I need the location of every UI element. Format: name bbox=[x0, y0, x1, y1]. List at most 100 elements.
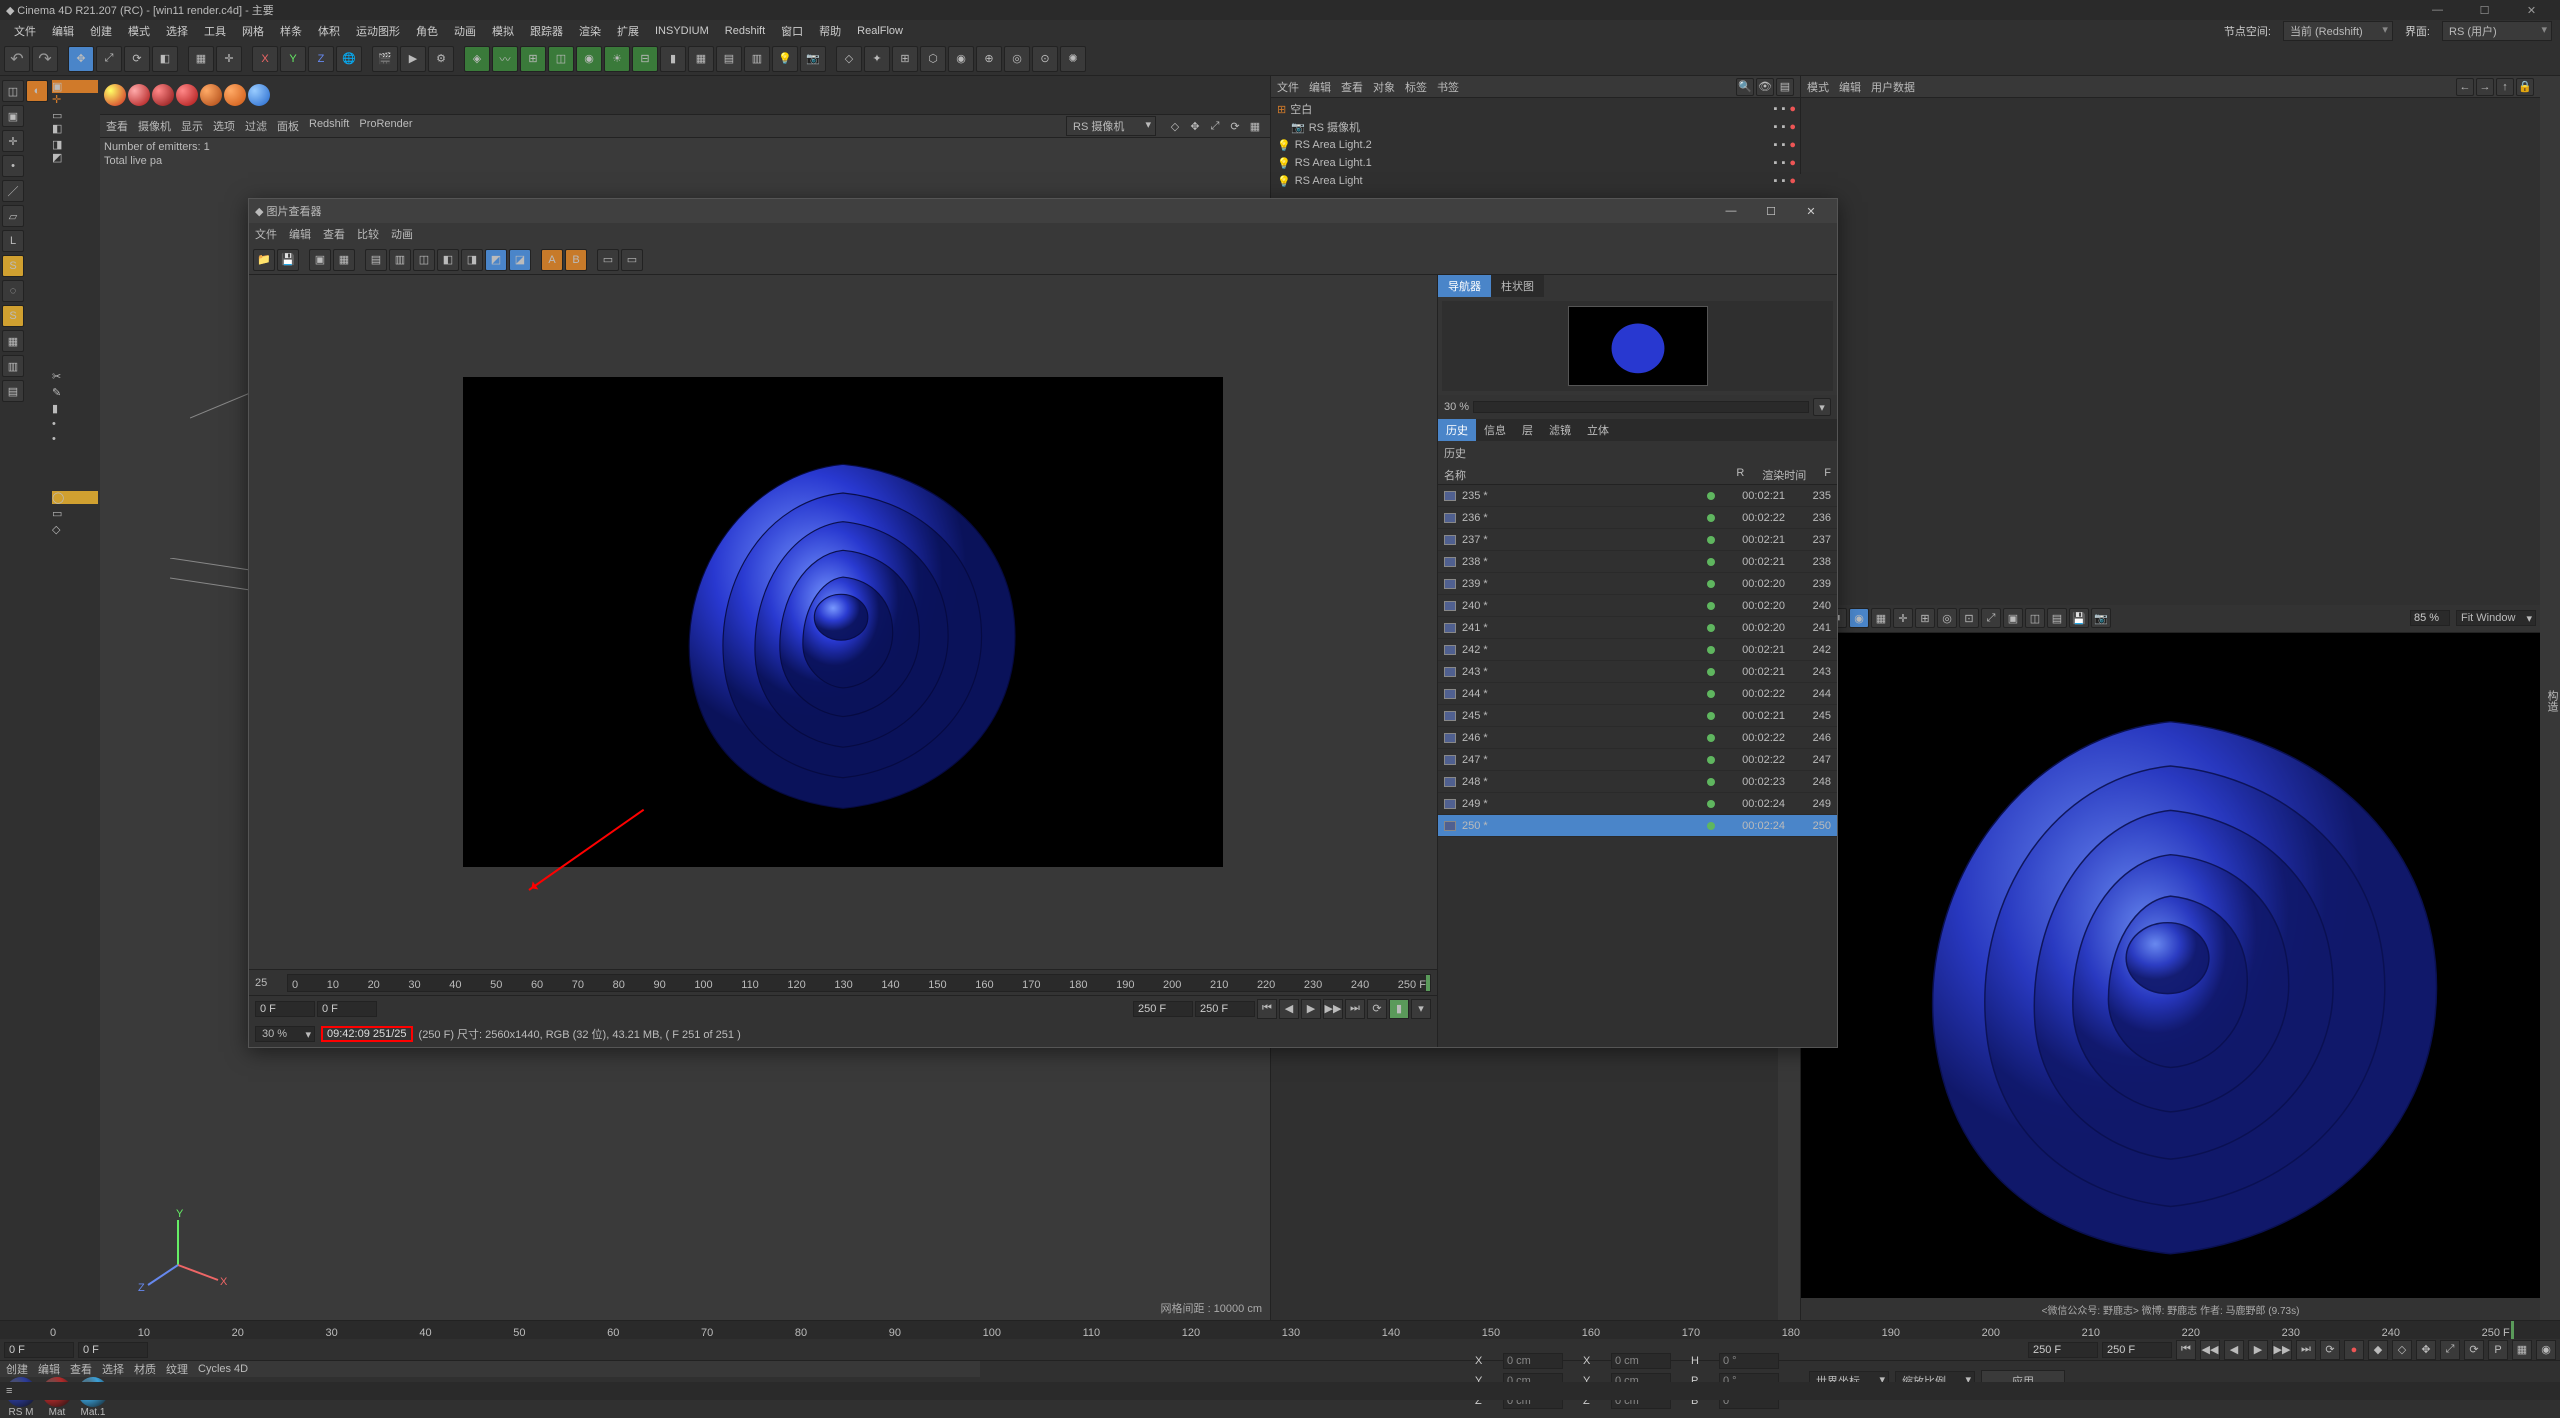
pv-minimize[interactable]: — bbox=[1711, 200, 1751, 222]
attrmenu-模式[interactable]: 模式 bbox=[1807, 79, 1829, 95]
tl-prev[interactable]: ◀ bbox=[2224, 1340, 2244, 1360]
vp-icn5[interactable]: ▦ bbox=[1246, 117, 1264, 135]
camera-select[interactable]: RS 摄像机 bbox=[1066, 116, 1156, 136]
ball-2[interactable] bbox=[128, 84, 150, 106]
history-row[interactable]: 235 *00:02:21235 bbox=[1438, 485, 1837, 507]
t-c3[interactable]: ◇ bbox=[52, 523, 98, 536]
rotate-tool[interactable]: ⟳ bbox=[124, 46, 150, 72]
history-row[interactable]: 247 *00:02:22247 bbox=[1438, 749, 1837, 771]
t-fill[interactable]: ▮ bbox=[52, 402, 98, 415]
vpmenu-显示[interactable]: 显示 bbox=[181, 118, 203, 134]
world-toggle[interactable]: 🌐 bbox=[336, 46, 362, 72]
matmenu-选择[interactable]: 选择 bbox=[102, 1361, 124, 1377]
rs-h[interactable]: ◫ bbox=[2025, 608, 2045, 628]
navtab-导航器[interactable]: 导航器 bbox=[1438, 275, 1491, 297]
pv-zoom-dd[interactable]: 30 % bbox=[255, 1026, 315, 1042]
obj-eye-icon[interactable]: 👁 bbox=[1756, 78, 1774, 96]
snap-s3[interactable]: S bbox=[2, 305, 24, 327]
history-row[interactable]: 238 *00:02:21238 bbox=[1438, 551, 1837, 573]
render-view[interactable]: 🎬 bbox=[372, 46, 398, 72]
sel-b[interactable]: ◨ bbox=[52, 138, 98, 151]
tl-cur[interactable] bbox=[78, 1342, 148, 1358]
x-lock[interactable]: X bbox=[252, 46, 278, 72]
pv-maximize[interactable]: ☐ bbox=[1751, 200, 1791, 222]
pv-t1[interactable]: ▣ bbox=[309, 249, 331, 271]
vpmenu-选项[interactable]: 选项 bbox=[213, 118, 235, 134]
obj-vol[interactable]: ▦ bbox=[688, 46, 714, 72]
xp-5[interactable]: ◉ bbox=[948, 46, 974, 72]
matmenu-纹理[interactable]: 纹理 bbox=[166, 1361, 188, 1377]
objmenu-标签[interactable]: 标签 bbox=[1405, 79, 1427, 95]
tl-end2[interactable] bbox=[2102, 1342, 2172, 1358]
toggle-a[interactable]: ▦ bbox=[188, 46, 214, 72]
render-settings[interactable]: ⚙ bbox=[428, 46, 454, 72]
snap-grid[interactable]: ▦ bbox=[2, 330, 24, 352]
matmenu-Cycles 4D[interactable]: Cycles 4D bbox=[198, 1363, 248, 1375]
history-row[interactable]: 243 *00:02:21243 bbox=[1438, 661, 1837, 683]
mode-axis[interactable]: ✛ bbox=[2, 130, 24, 152]
pv-t6[interactable]: ◧ bbox=[437, 249, 459, 271]
interface-dropdown[interactable]: RS (用户) bbox=[2442, 21, 2552, 41]
tl-k8[interactable]: ◉ bbox=[2536, 1340, 2556, 1360]
mode-tex[interactable]: ◐ bbox=[26, 80, 48, 102]
obj-misc1[interactable]: ▤ bbox=[716, 46, 742, 72]
tl-prev-key[interactable]: ◀◀ bbox=[2200, 1340, 2220, 1360]
t-c1[interactable]: ◯ bbox=[52, 491, 98, 504]
pvmenu-文件[interactable]: 文件 bbox=[255, 226, 277, 242]
pv-t8[interactable]: ◩ bbox=[485, 249, 507, 271]
pv-fb[interactable] bbox=[317, 1001, 377, 1017]
window-close[interactable]: ✕ bbox=[2509, 1, 2554, 19]
mode-point[interactable]: • bbox=[2, 155, 24, 177]
history-row[interactable]: 240 *00:02:20240 bbox=[1438, 595, 1837, 617]
xp-6[interactable]: ⊕ bbox=[976, 46, 1002, 72]
menu-体积[interactable]: 体积 bbox=[312, 21, 346, 41]
navtab-柱状图[interactable]: 柱状图 bbox=[1491, 275, 1544, 297]
obj-scene[interactable]: ☀ bbox=[604, 46, 630, 72]
rs-e[interactable]: ⊡ bbox=[1959, 608, 1979, 628]
mode-uv[interactable]: L bbox=[2, 230, 24, 252]
t-m2[interactable]: • bbox=[52, 433, 98, 445]
obj-row[interactable]: 💡RS Area Light▪▪● bbox=[1275, 172, 1796, 190]
pv-close[interactable]: ✕ bbox=[1791, 200, 1831, 222]
snap-wp[interactable]: ▥ bbox=[2, 355, 24, 377]
pv-open[interactable]: 📁 bbox=[253, 249, 275, 271]
pv-t2[interactable]: ▦ bbox=[333, 249, 355, 271]
ball-6[interactable] bbox=[224, 84, 246, 106]
history-row[interactable]: 241 *00:02:20241 bbox=[1438, 617, 1837, 639]
t-cut[interactable]: ✂ bbox=[52, 370, 98, 383]
attr-back[interactable]: ← bbox=[2456, 78, 2474, 96]
mode-model[interactable]: ◫ bbox=[2, 80, 24, 102]
rs-pct-input[interactable] bbox=[2410, 610, 2450, 626]
obj-misc2[interactable]: ▥ bbox=[744, 46, 770, 72]
pv-filter[interactable]: ▭ bbox=[597, 249, 619, 271]
obj-row[interactable]: ⊞空白▪▪● bbox=[1275, 100, 1796, 118]
status-menu-icon[interactable]: ≡ bbox=[6, 1385, 12, 1397]
objmenu-对象[interactable]: 对象 bbox=[1373, 79, 1395, 95]
menu-帮助[interactable]: 帮助 bbox=[813, 21, 847, 41]
obj-cloner[interactable]: ⊟ bbox=[632, 46, 658, 72]
xp-1[interactable]: ◇ bbox=[836, 46, 862, 72]
menu-网格[interactable]: 网格 bbox=[236, 21, 270, 41]
pv-t5[interactable]: ◫ bbox=[413, 249, 435, 271]
history-row[interactable]: 239 *00:02:20239 bbox=[1438, 573, 1837, 595]
ball-4[interactable] bbox=[176, 84, 198, 106]
pv-opt[interactable]: ▾ bbox=[1411, 999, 1431, 1019]
vp-icn3[interactable]: ⤢ bbox=[1206, 117, 1224, 135]
pv-save[interactable]: 💾 bbox=[277, 249, 299, 271]
sel-rect[interactable]: ▭ bbox=[52, 109, 98, 122]
pv-zoom-slider[interactable] bbox=[1473, 401, 1809, 413]
pv-thumbnail[interactable] bbox=[1442, 301, 1833, 391]
matmenu-查看[interactable]: 查看 bbox=[70, 1361, 92, 1377]
obj-row[interactable]: 📷RS 摄像机▪▪● bbox=[1275, 118, 1796, 136]
tl-goto-end[interactable]: ⏭ bbox=[2296, 1340, 2316, 1360]
htab-信息[interactable]: 信息 bbox=[1476, 419, 1514, 441]
menu-创建[interactable]: 创建 bbox=[84, 21, 118, 41]
obj-deform[interactable]: ◫ bbox=[548, 46, 574, 72]
pv-t7[interactable]: ◨ bbox=[461, 249, 483, 271]
pv-ind[interactable]: ▮ bbox=[1389, 999, 1409, 1019]
vpmenu-过滤[interactable]: 过滤 bbox=[245, 118, 267, 134]
obj-row[interactable]: 💡RS Area Light.1▪▪● bbox=[1275, 154, 1796, 172]
matmenu-编辑[interactable]: 编辑 bbox=[38, 1361, 60, 1377]
xp-3[interactable]: ⊞ bbox=[892, 46, 918, 72]
pvmenu-查看[interactable]: 查看 bbox=[323, 226, 345, 242]
